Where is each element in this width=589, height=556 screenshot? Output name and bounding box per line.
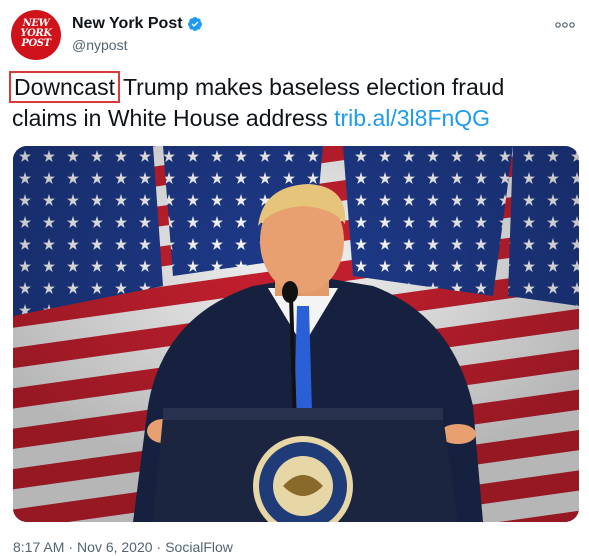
avatar[interactable]: NEW YORK POST bbox=[11, 10, 61, 60]
avatar-logo: NEW YORK POST bbox=[20, 18, 52, 49]
author-name-row[interactable]: New York Post bbox=[72, 15, 203, 33]
tweet-source[interactable]: SocialFlow bbox=[165, 539, 233, 555]
separator: · bbox=[156, 539, 162, 555]
separator: · bbox=[68, 539, 74, 555]
tweet-time[interactable]: 8:17 AM bbox=[13, 539, 64, 555]
verified-badge-icon bbox=[187, 17, 202, 31]
tweet-date[interactable]: Nov 6, 2020 bbox=[77, 539, 153, 555]
author-handle[interactable]: @nypost bbox=[72, 37, 127, 53]
tweet-card: NEW YORK POST New York Post @nypost Down… bbox=[0, 0, 589, 556]
author-display-name[interactable]: New York Post bbox=[72, 15, 183, 33]
tweet-link[interactable]: trib.al/3l8FnQG bbox=[334, 105, 490, 131]
tweet-metadata: 8:17 AM · Nov 6, 2020 · SocialFlow bbox=[13, 539, 237, 555]
tweet-text: Downcast Trump makes baseless election f… bbox=[9, 71, 572, 134]
tweet-photo[interactable] bbox=[13, 146, 579, 522]
photo-illustration bbox=[13, 146, 579, 522]
highlighted-word: Downcast bbox=[9, 71, 120, 103]
more-options-icon[interactable] bbox=[552, 15, 578, 35]
